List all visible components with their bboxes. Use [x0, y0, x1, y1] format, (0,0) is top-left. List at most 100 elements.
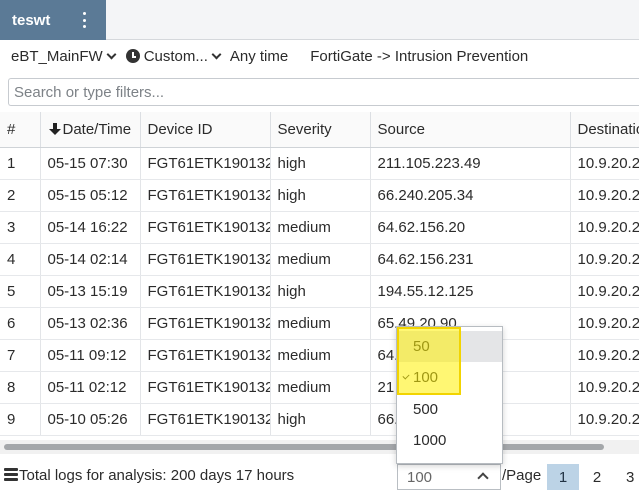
- log-table-container: # Date/Time Device ID Severity Source De…: [0, 112, 639, 440]
- column-header-destination[interactable]: Destinatio: [570, 112, 639, 148]
- row-severity: medium: [270, 371, 371, 404]
- row-datetime: 05-15 05:12: [40, 179, 141, 212]
- row-number: 5: [0, 275, 41, 308]
- row-device-id: FGT61ETK190132: [140, 339, 271, 372]
- row-destination: 10.9.20.2: [570, 211, 639, 244]
- dropdown-option-1000[interactable]: 1000: [397, 425, 502, 456]
- row-destination: 10.9.20.2: [570, 179, 639, 212]
- row-number: 6: [0, 307, 41, 340]
- column-header-num[interactable]: #: [0, 112, 41, 148]
- row-source: 64.62.156.20: [370, 211, 571, 244]
- horizontal-scrollbar[interactable]: [0, 440, 639, 454]
- database-icon: [4, 468, 18, 482]
- time-range-selector[interactable]: Custom...: [125, 47, 222, 65]
- row-destination: 10.9.20.2: [570, 147, 639, 180]
- row-datetime: 05-11 09:12: [40, 339, 141, 372]
- table-row[interactable]: 9 05-10 05:26 FGT61ETK190132 high 66. 10.9.20…: [0, 403, 639, 436]
- table-row[interactable]: 5 05-13 15:19 FGT61ETK190132 high 194.55.12.…: [0, 275, 639, 308]
- table-header-row: # Date/Time Device ID Severity Source De…: [0, 112, 639, 148]
- column-header-source[interactable]: Source: [370, 112, 571, 148]
- device-selector-label: eBT_MainFW: [11, 47, 103, 65]
- row-destination: 10.9.20.2: [570, 339, 639, 372]
- table-row[interactable]: 1 05-15 07:30 FGT61ETK190132 high 211.105.22…: [0, 147, 639, 180]
- chevron-up-icon: [477, 472, 489, 484]
- row-number: 4: [0, 243, 41, 276]
- total-logs-text: Total logs for analysis: 200 days 17 hou…: [19, 467, 295, 484]
- row-destination: 10.9.20.2: [570, 275, 639, 308]
- row-severity: high: [270, 403, 371, 436]
- page-button-1[interactable]: 1: [547, 464, 579, 490]
- row-number: 7: [0, 339, 41, 372]
- row-severity: medium: [270, 339, 371, 372]
- time-value: Any time: [229, 47, 289, 65]
- checkmark-icon: [402, 372, 410, 380]
- row-datetime: 05-13 02:36: [40, 307, 141, 340]
- row-device-id: FGT61ETK190132: [140, 371, 271, 404]
- row-severity: high: [270, 147, 371, 180]
- row-source: 211.105.223.49: [370, 147, 571, 180]
- row-device-id: FGT61ETK190132: [140, 179, 271, 212]
- column-header-device-id[interactable]: Device ID: [140, 112, 271, 148]
- row-severity: high: [270, 275, 371, 308]
- tab-label: teswt: [12, 11, 51, 29]
- table-row[interactable]: 6 05-13 02:36 FGT61ETK190132 medium 65.49.20…: [0, 307, 639, 340]
- row-destination: 10.9.20.2: [570, 403, 639, 436]
- dropdown-option-500[interactable]: 500: [397, 394, 502, 425]
- row-number: 3: [0, 211, 41, 244]
- row-number: 9: [0, 403, 41, 436]
- row-source: 64.62.156.231: [370, 243, 571, 276]
- row-datetime: 05-14 02:14: [40, 243, 141, 276]
- row-datetime: 05-10 05:26: [40, 403, 141, 436]
- log-table: # Date/Time Device ID Severity Source De…: [0, 112, 639, 436]
- device-selector[interactable]: eBT_MainFW: [11, 47, 117, 65]
- page-size-select[interactable]: 100: [397, 464, 501, 490]
- row-severity: high: [270, 179, 371, 212]
- row-device-id: FGT61ETK190132: [140, 403, 271, 436]
- kebab-menu-icon[interactable]: [78, 10, 90, 30]
- row-destination: 10.9.20.2: [570, 371, 639, 404]
- table-row[interactable]: 2 05-15 05:12 FGT61ETK190132 high 66.240.205…: [0, 179, 639, 212]
- row-datetime: 05-11 02:12: [40, 371, 141, 404]
- page-button-3[interactable]: 3: [615, 464, 639, 490]
- dropdown-option-100[interactable]: 100: [397, 362, 502, 393]
- row-source: 66.240.205.34: [370, 179, 571, 212]
- tab-strip: teswt: [0, 0, 639, 40]
- row-device-id: FGT61ETK190132: [140, 211, 271, 244]
- per-page-label: /Page: [502, 467, 542, 484]
- page-size-value: 100: [407, 468, 433, 486]
- row-destination: 10.9.20.2: [570, 243, 639, 276]
- table-row[interactable]: 7 05-11 09:12 FGT61ETK190132 medium 64. 10.9.…: [0, 339, 639, 372]
- time-range-label: Custom...: [143, 47, 208, 65]
- sort-descending-icon: [48, 122, 62, 136]
- dropdown-option-50[interactable]: 50: [397, 331, 502, 362]
- clock-icon: [125, 49, 140, 63]
- page-size-dropdown: 50 100 500 1000: [396, 326, 503, 464]
- table-row[interactable]: 3 05-14 16:22 FGT61ETK190132 medium 64.62.15…: [0, 211, 639, 244]
- row-datetime: 05-15 07:30: [40, 147, 141, 180]
- row-severity: medium: [270, 307, 371, 340]
- column-header-severity[interactable]: Severity: [270, 112, 371, 148]
- table-row[interactable]: 4 05-14 02:14 FGT61ETK190132 medium 64.62.15…: [0, 243, 639, 276]
- row-destination: 10.9.20.2: [570, 307, 639, 340]
- footer: Total logs for analysis: 200 days 17 hou…: [0, 456, 639, 496]
- column-header-datetime[interactable]: Date/Time: [40, 112, 141, 148]
- row-number: 1: [0, 147, 41, 180]
- page-button-2[interactable]: 2: [581, 464, 613, 490]
- row-datetime: 05-14 16:22: [40, 211, 141, 244]
- tab-teswt[interactable]: teswt: [0, 0, 106, 40]
- search-input[interactable]: [8, 78, 639, 106]
- row-device-id: FGT61ETK190132: [140, 243, 271, 276]
- row-device-id: FGT61ETK190132: [140, 147, 271, 180]
- view-path: FortiGate -> Intrusion Prevention: [310, 47, 529, 65]
- row-number: 2: [0, 179, 41, 212]
- scrollbar-thumb[interactable]: [4, 444, 604, 450]
- chevron-down-icon: [106, 49, 117, 59]
- row-source: 194.55.12.125: [370, 275, 571, 308]
- row-severity: medium: [270, 211, 371, 244]
- row-severity: medium: [270, 243, 371, 276]
- row-device-id: FGT61ETK190132: [140, 307, 271, 340]
- chevron-down-icon: [211, 49, 222, 59]
- table-row[interactable]: 8 05-11 02:12 FGT61ETK190132 medium 21 10.9.2…: [0, 371, 639, 404]
- row-datetime: 05-13 15:19: [40, 275, 141, 308]
- row-number: 8: [0, 371, 41, 404]
